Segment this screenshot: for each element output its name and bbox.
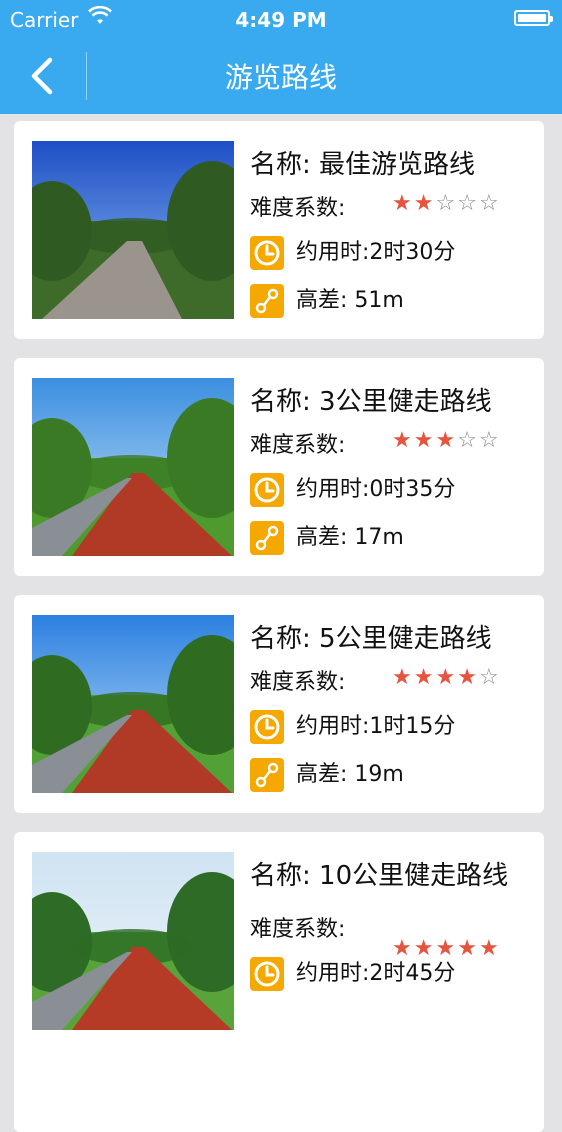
route-photo [32,141,234,319]
star-filled-icon: ★ [457,665,479,690]
route-name: 名称: 最佳游览路线 [250,150,476,180]
route-info: 名称: 10公里健走路线 难度系数: ★★★★★ 约用时:2时45分 [250,858,540,996]
clock-icon [250,236,284,270]
clock-icon [250,957,284,991]
status-time: 4:49 PM [235,8,327,32]
star-filled-icon: ★ [435,665,458,690]
star-filled-icon: ★ [392,428,414,453]
status-bar: Carrier 4:49 PM [0,0,562,38]
nav-bar: Carrier 4:49 PM 游览路线 [0,0,562,114]
difficulty-rating: ★★★☆☆ [392,428,501,453]
route-card[interactable]: 名称: 最佳游览路线 难度系数: ★★☆☆☆ 约用时:2时30分 高差: 51m [14,121,544,339]
route-name: 名称: 3公里健走路线 [250,387,492,417]
elevation-text: 高差: 17m [296,525,404,550]
route-info: 名称: 最佳游览路线 难度系数: ★★☆☆☆ 约用时:2时30分 高差: 51m [250,147,540,323]
route-photo [32,852,234,1030]
route-info: 名称: 5公里健走路线 难度系数: ★★★★☆ 约用时:1时15分 高差: 19… [250,621,540,797]
star-empty-icon: ☆ [478,191,501,216]
star-filled-icon: ★ [392,936,414,961]
route-name: 名称: 5公里健走路线 [250,624,492,654]
duration-text: 约用时:0时35分 [296,477,456,502]
star-empty-icon: ☆ [478,428,501,453]
route-path-icon [250,758,284,792]
duration-text: 约用时:2时30分 [296,240,456,265]
elevation-row: 高差: 51m [250,279,540,323]
elevation-row: 高差: 19m [250,753,540,797]
duration-row: 约用时:1时15分 [250,705,540,749]
star-filled-icon: ★ [392,665,414,690]
star-filled-icon: ★ [413,936,436,961]
difficulty-rating: ★★★★★ [392,936,501,961]
route-card[interactable]: 名称: 3公里健走路线 难度系数: ★★★☆☆ 约用时:0时35分 高差: 17… [14,358,544,576]
route-card[interactable]: 名称: 5公里健走路线 难度系数: ★★★★☆ 约用时:1时15分 高差: 19… [14,595,544,813]
star-empty-icon: ☆ [478,665,501,690]
star-empty-icon: ☆ [457,428,479,453]
star-filled-icon: ★ [435,428,458,453]
star-empty-icon: ☆ [457,191,479,216]
route-card[interactable]: 名称: 10公里健走路线 难度系数: ★★★★★ 约用时:2时45分 [14,832,544,1132]
route-path-icon [250,284,284,318]
star-filled-icon: ★ [413,665,436,690]
star-filled-icon: ★ [457,936,479,961]
duration-row: 约用时:0时35分 [250,468,540,512]
star-empty-icon: ☆ [435,191,458,216]
battery-icon [514,10,553,26]
route-photo [32,615,234,793]
route-path-icon [250,521,284,555]
elevation-row: 高差: 17m [250,516,540,560]
page-title: 游览路线 [224,61,337,94]
duration-row: 约用时:2时30分 [250,231,540,275]
star-filled-icon: ★ [435,936,458,961]
star-filled-icon: ★ [413,428,436,453]
clock-icon [250,473,284,507]
clock-icon [250,710,284,744]
route-info: 名称: 3公里健走路线 难度系数: ★★★☆☆ 约用时:0时35分 高差: 17… [250,384,540,560]
duration-text: 约用时:1时15分 [296,714,456,739]
elevation-text: 高差: 51m [296,288,404,313]
difficulty-rating: ★★★★☆ [392,665,501,690]
difficulty-rating: ★★☆☆☆ [392,191,501,216]
route-photo [32,378,234,556]
star-filled-icon: ★ [413,191,436,216]
star-filled-icon: ★ [392,191,414,216]
elevation-text: 高差: 19m [296,762,404,787]
star-filled-icon: ★ [478,936,501,961]
